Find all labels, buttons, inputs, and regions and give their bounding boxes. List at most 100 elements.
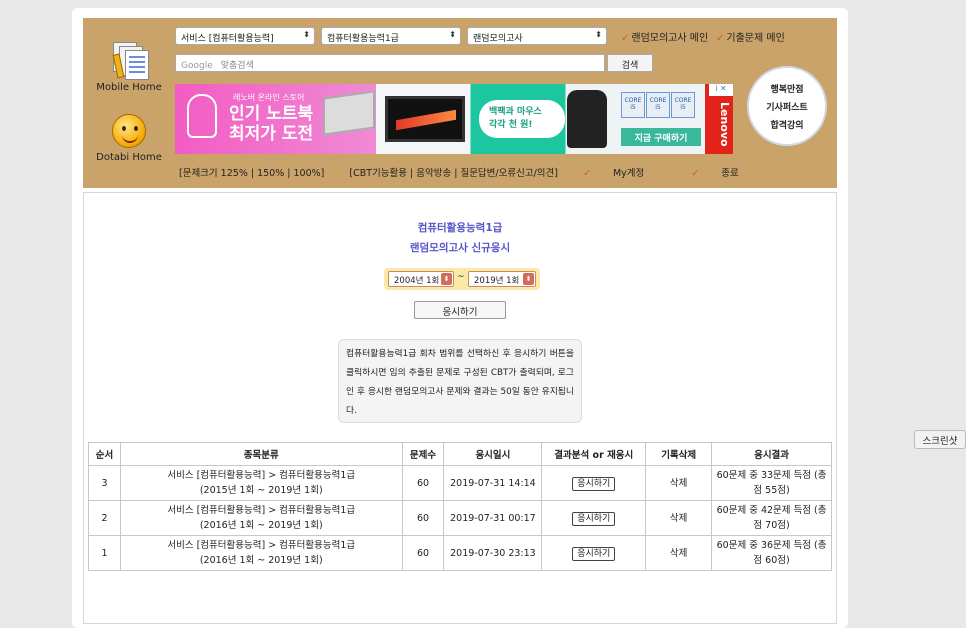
random-exam-main-label: 랜덤모의고사 메인 <box>631 33 709 44</box>
ad-promo-line-2: 각각 천 원! <box>489 120 533 130</box>
exit-label: 종료 <box>721 168 739 179</box>
row-category: 서비스 [컴퓨터활용능력] > 컴퓨터활용능력1급 (2016년 1회 ~ 201… <box>119 535 403 571</box>
screenshot-button[interactable]: 스크린샷 <box>914 430 966 449</box>
range-from-value: 2004년 1회 <box>394 276 440 286</box>
delete-link[interactable]: 삭제 <box>645 500 713 536</box>
row-category-line-1: 서비스 [컴퓨터활용능력] > 컴퓨터활용능력1급 <box>167 540 356 551</box>
round-range-selector: 2004년 1회 ⬍ ~ 2019년 1회 ⬍ <box>384 268 540 290</box>
mode-select[interactable]: 랜덤모의고사 ⬍ <box>467 27 607 45</box>
past-exam-main-link[interactable]: ✓ 기출문제 메인 <box>716 29 785 44</box>
table-row: 2 서비스 [컴퓨터활용능력] > 컴퓨터활용능력1급 (2016년 1회 ~ 2… <box>88 500 832 536</box>
chevron-updown-icon: ⬍ <box>303 30 310 39</box>
smiley-icon <box>112 114 146 148</box>
check-icon: ✓ <box>716 33 725 44</box>
delete-link[interactable]: 삭제 <box>645 465 713 501</box>
col-header-result: 응시결과 <box>711 442 832 466</box>
range-separator: ~ <box>457 272 465 282</box>
adchoices-icon[interactable]: i ✕ <box>709 84 733 96</box>
row-category-line-2: (2016년 1회 ~ 2019년 1회) <box>199 555 323 566</box>
promo-badge[interactable]: 행복만점 기사퍼스트 합격강의 <box>747 66 827 146</box>
row-category-line-2: (2016년 1회 ~ 2019년 1회) <box>199 520 323 531</box>
my-account-link[interactable]: ✓ My계정 <box>583 168 666 179</box>
service-select-value: 서비스 [컴퓨터활용능력] <box>181 34 274 44</box>
retake-button[interactable]: 응시하기 <box>572 511 616 526</box>
main-content: 컴퓨터활용능력1급 랜덤모의고사 신규응시 2004년 1회 ⬍ ~ 2019년… <box>83 192 837 624</box>
search-input[interactable]: Google 맞춤검색 <box>175 54 605 72</box>
font-size-links[interactable]: [문제크기 125% | 150% | 100%] <box>179 168 324 179</box>
row-date: 2019-07-30 23:13 <box>443 535 543 571</box>
thumbs-up-icon <box>187 94 217 138</box>
retake-button[interactable]: 응시하기 <box>572 476 616 491</box>
ad-buy-button[interactable]: 지금 구매하기 <box>621 128 701 146</box>
check-icon: ✓ <box>621 33 630 44</box>
search-placeholder: 맞춤검색 <box>220 61 254 71</box>
row-no: 1 <box>88 535 121 571</box>
range-to-value: 2019년 1회 <box>474 276 520 286</box>
row-action: 응시하기 <box>541 465 647 501</box>
col-header-delete: 기록삭제 <box>645 442 713 466</box>
random-exam-main-link[interactable]: ✓ 랜덤모의고사 메인 <box>621 29 708 44</box>
row-action: 응시하기 <box>541 535 647 571</box>
row-count: 60 <box>401 500 445 536</box>
row-result: 60문제 중 33문제 득점 (총점 55점) <box>711 465 832 501</box>
intel-chip-icon: CORE i5 <box>646 92 670 118</box>
col-header-no: 순서 <box>88 442 121 466</box>
table-header-row: 순서 종목분류 문제수 응시일시 결과분석 or 재응시 기록삭제 응시결과 <box>88 442 832 466</box>
my-account-label: My계정 <box>612 168 645 179</box>
intel-chip-icon: CORE i5 <box>621 92 645 118</box>
chevron-updown-icon: ⬍ <box>523 273 534 285</box>
exam-history-table: 순서 종목분류 문제수 응시일시 결과분석 or 재응시 기록삭제 응시결과 3… <box>88 442 832 571</box>
notice-box: 컴퓨터활용능력1급 회차 범위를 선택하신 후 응시하기 버튼을 클릭하시면 임… <box>338 339 582 423</box>
delete-link[interactable]: 삭제 <box>645 535 713 571</box>
badge-line-2: 기사퍼스트 <box>766 103 808 113</box>
row-date: 2019-07-31 14:14 <box>443 465 543 501</box>
row-no: 2 <box>88 500 121 536</box>
row-category-line-1: 서비스 [컴퓨터활용능력] > 컴퓨터활용능력1급 <box>167 505 356 516</box>
row-result: 60문제 중 42문제 득점 (총점 70점) <box>711 500 832 536</box>
service-select[interactable]: 서비스 [컴퓨터활용능력] ⬍ <box>175 27 315 45</box>
ad-headline-2: 최저가 도전 <box>229 124 314 144</box>
badge-line-3: 합격강의 <box>770 121 804 131</box>
past-exam-main-label: 기출문제 메인 <box>726 33 785 44</box>
lenovo-logo: Lenovo <box>718 102 731 147</box>
retake-button[interactable]: 응시하기 <box>572 546 616 561</box>
mobile-home-link[interactable]: Mobile Home <box>83 40 175 93</box>
laptop-image <box>385 96 465 142</box>
page-subtitle: 랜덤모의고사 신규응시 <box>409 242 511 254</box>
range-to-select[interactable]: 2019년 1회 ⬍ <box>468 271 536 287</box>
chevron-updown-icon: ⬍ <box>595 30 602 39</box>
intel-chip-icon: CORE i5 <box>671 92 695 118</box>
row-category-line-1: 서비스 [컴퓨터활용능력] > 컴퓨터활용능력1급 <box>167 470 356 481</box>
page-title: 컴퓨터활용능력1급 <box>417 222 503 234</box>
subject-select[interactable]: 컴퓨터활용능력1급 ⬍ <box>321 27 461 45</box>
google-brand: Google <box>181 61 213 71</box>
row-count: 60 <box>401 465 445 501</box>
range-from-select[interactable]: 2004년 1회 ⬍ <box>388 271 454 287</box>
row-date: 2019-07-31 00:17 <box>443 500 543 536</box>
cbt-feature-links[interactable]: [CBT기능활용 | 음악방송 | 질문답변/오류신고/의견] <box>349 168 558 179</box>
laptop-image <box>323 90 375 136</box>
exit-link[interactable]: ✓ 종료 <box>691 168 760 179</box>
row-count: 60 <box>401 535 445 571</box>
col-header-date: 응시일시 <box>443 442 543 466</box>
ad-headline-1: 인기 노트북 <box>229 104 314 124</box>
row-category: 서비스 [컴퓨터활용능력] > 컴퓨터활용능력1급 (2016년 1회 ~ 201… <box>119 500 403 536</box>
chevron-updown-icon: ⬍ <box>441 273 452 285</box>
row-category-line-2: (2015년 1회 ~ 2019년 1회) <box>199 485 323 496</box>
row-category: 서비스 [컴퓨터활용능력] > 컴퓨터활용능력1급 (2015년 1회 ~ 201… <box>119 465 403 501</box>
check-icon: ✓ <box>691 168 700 179</box>
ad-banner[interactable]: 레노버 온라인 스토어 인기 노트북 최저가 도전 백팩과 마우스 각각 천 원… <box>175 84 733 154</box>
header-bottom-links: [문제크기 125% | 150% | 100%] [CBT기능활용 | 음악방… <box>179 165 783 179</box>
row-action: 응시하기 <box>541 500 647 536</box>
mobile-home-label: Mobile Home <box>96 82 162 93</box>
dotabi-home-link[interactable]: Dotabi Home <box>83 114 175 163</box>
ad-promo-line-1: 백팩과 마우스 <box>489 107 542 117</box>
search-button[interactable]: 검색 <box>607 54 653 72</box>
table-row: 1 서비스 [컴퓨터활용능력] > 컴퓨터활용능력1급 (2016년 1회 ~ 2… <box>88 535 832 571</box>
dotabi-home-label: Dotabi Home <box>96 152 162 163</box>
header-bar: Mobile Home Dotabi Home 서비스 [컴퓨터활용능력] ⬍ … <box>83 18 837 188</box>
row-result: 60문제 중 36문제 득점 (총점 60점) <box>711 535 832 571</box>
col-header-category: 종목분류 <box>119 442 403 466</box>
subject-select-value: 컴퓨터활용능력1급 <box>327 34 399 44</box>
apply-button[interactable]: 응시하기 <box>414 301 506 319</box>
